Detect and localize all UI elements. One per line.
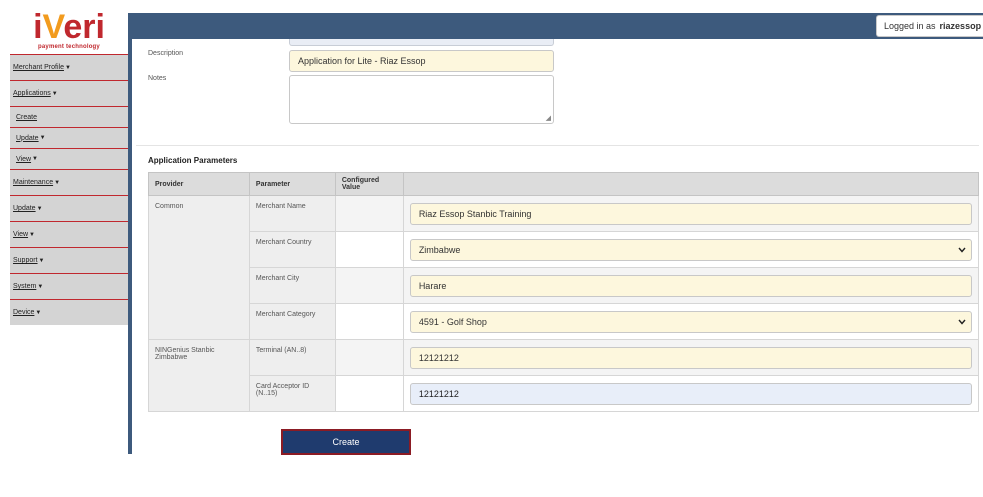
chevron-down-icon[interactable] bbox=[957, 316, 967, 328]
sidebar-item-create-sub[interactable]: Create bbox=[10, 106, 128, 127]
caret-down-icon: ▼ bbox=[32, 156, 38, 162]
notes-textarea[interactable]: ◢ bbox=[289, 75, 554, 124]
caret-down-icon: ▼ bbox=[64, 64, 71, 71]
configured-value-cell bbox=[334, 231, 404, 268]
section-divider bbox=[136, 145, 979, 146]
sidebar-item-device[interactable]: Device ▼ bbox=[10, 299, 128, 325]
frame-left-border bbox=[128, 13, 132, 454]
description-input[interactable]: Application for Lite - Riaz Essop bbox=[289, 50, 554, 72]
table-row: Merchant Country Zimbabwe bbox=[149, 231, 980, 268]
merchant-country-select[interactable]: Zimbabwe bbox=[409, 239, 972, 261]
value-cell: 12121212 bbox=[402, 339, 980, 376]
parameter-cell: Merchant Country bbox=[248, 231, 336, 268]
sidebar-item-label: Update bbox=[13, 205, 36, 212]
table-row: Merchant Category 4591 - Golf Shop bbox=[149, 303, 980, 340]
caret-down-icon: ▼ bbox=[51, 90, 58, 97]
email-field-clipped[interactable] bbox=[289, 39, 554, 46]
sidebar-item-view[interactable]: View ▼ bbox=[10, 221, 128, 247]
sidebar-item-label: Device bbox=[13, 309, 35, 316]
value-cell: Harare bbox=[402, 267, 980, 304]
field-value: Zimbabwe bbox=[418, 245, 461, 255]
logo-wordmark: iVeri bbox=[33, 8, 105, 46]
configured-value-cell bbox=[334, 267, 404, 304]
sidebar-item-view-sub[interactable]: View ▼ bbox=[10, 148, 128, 169]
sidebar-item-update[interactable]: Update ▼ bbox=[10, 195, 128, 221]
header-provider: Provider bbox=[148, 172, 250, 196]
field-value: Harare bbox=[418, 281, 447, 291]
parameters-table: Provider Parameter Configured Value Comm… bbox=[148, 172, 980, 412]
logged-in-label: Logged in as bbox=[884, 21, 936, 31]
field-value: 12121212 bbox=[418, 353, 459, 363]
sidebar-item-label: Update bbox=[16, 134, 39, 142]
caret-down-icon: ▼ bbox=[35, 309, 42, 316]
sidebar-item-label: View bbox=[16, 155, 32, 163]
sidebar-item-applications[interactable]: Applications ▼ bbox=[10, 80, 128, 106]
table-row: NINGenius Stanbic Zimbabwe Terminal (AN..… bbox=[148, 339, 980, 412]
description-label: Description bbox=[148, 50, 184, 57]
sidebar-item-system[interactable]: System ▼ bbox=[10, 273, 128, 299]
table-header-row: Provider Parameter Configured Value bbox=[148, 172, 980, 196]
sidebar-item-maintenance[interactable]: Maintenance ▼ bbox=[10, 169, 128, 195]
merchant-city-input[interactable]: Harare bbox=[409, 275, 972, 297]
caret-down-icon: ▼ bbox=[54, 179, 61, 186]
caret-down-icon: ▼ bbox=[39, 135, 46, 141]
configured-value-cell bbox=[334, 303, 404, 340]
value-cell: 4591 - Golf Shop bbox=[402, 303, 980, 340]
top-bar bbox=[128, 13, 983, 39]
sidebar-item-label: Merchant Profile bbox=[13, 64, 64, 71]
sidebar-item-label: Applications bbox=[13, 90, 51, 97]
chevron-down-icon[interactable] bbox=[957, 244, 967, 256]
sidebar-item-update-sub[interactable]: Update ▼ bbox=[10, 127, 128, 148]
iveri-logo: iVeri payment technology bbox=[10, 10, 128, 54]
header-value bbox=[402, 172, 980, 196]
sidebar-item-label: View bbox=[13, 231, 29, 238]
header-configured-value: Configured Value bbox=[334, 172, 404, 196]
caret-down-icon: ▼ bbox=[29, 231, 35, 238]
resize-handle-icon[interactable]: ◢ bbox=[546, 114, 551, 122]
sidebar-item-label: Maintenance bbox=[13, 179, 54, 186]
application-parameters-title: Application Parameters bbox=[148, 156, 238, 165]
logo-tagline: payment technology bbox=[38, 44, 100, 50]
configured-value-cell bbox=[334, 339, 404, 376]
card-acceptor-id-n-15-input[interactable]: 12121212 bbox=[409, 383, 972, 405]
provider-cell: NINGenius Stanbic Zimbabwe bbox=[148, 339, 250, 412]
sidebar-item-label: Create bbox=[16, 113, 38, 121]
merchant-name-input[interactable]: Riaz Essop Stanbic Training bbox=[409, 203, 972, 225]
field-value: 12121212 bbox=[418, 389, 459, 399]
sidebar-item-label: System bbox=[13, 283, 37, 290]
table-row: Card Acceptor ID (N..15) 12121212 bbox=[149, 375, 980, 412]
parameter-cell: Card Acceptor ID (N..15) bbox=[248, 375, 336, 412]
field-value: 4591 - Golf Shop bbox=[418, 317, 487, 327]
sidebar-item-merchant-profile[interactable]: Merchant Profile ▼ bbox=[10, 54, 128, 80]
provider-cell: Common bbox=[148, 195, 250, 340]
sidebar-item-support[interactable]: Support ▼ bbox=[10, 247, 128, 273]
header-parameter: Parameter bbox=[248, 172, 336, 196]
caret-down-icon: ▼ bbox=[37, 283, 44, 290]
table-row: Merchant City Harare bbox=[149, 267, 980, 304]
parameter-cell: Merchant Name bbox=[248, 195, 336, 232]
sidebar-item-label: Support bbox=[13, 257, 38, 264]
caret-down-icon: ▼ bbox=[38, 257, 45, 264]
value-cell: Riaz Essop Stanbic Training bbox=[402, 195, 980, 232]
logged-in-indicator: Logged in as riazessop bbox=[876, 15, 983, 37]
logged-in-username: riazessop bbox=[939, 21, 982, 31]
sidebar-menu: Merchant Profile ▼ Applications ▼ Create Upda… bbox=[10, 54, 128, 325]
merchant-category-select[interactable]: 4591 - Golf Shop bbox=[409, 311, 972, 333]
notes-label: Notes bbox=[148, 75, 167, 82]
parameter-cell: Terminal (AN..8) bbox=[248, 339, 336, 376]
caret-down-icon: ▼ bbox=[36, 205, 43, 212]
field-value: Riaz Essop Stanbic Training bbox=[418, 209, 532, 219]
value-cell: 12121212 bbox=[402, 375, 980, 412]
parameter-cell: Merchant City bbox=[248, 267, 336, 304]
create-button[interactable]: Create bbox=[281, 429, 411, 455]
table-row: Common Merchant Name Riaz Essop Stanbic Tr… bbox=[148, 195, 980, 340]
configured-value-cell bbox=[334, 375, 404, 412]
configured-value-cell bbox=[334, 195, 404, 232]
terminal-an-8-input[interactable]: 12121212 bbox=[409, 347, 972, 369]
parameter-cell: Merchant Category bbox=[248, 303, 336, 340]
value-cell: Zimbabwe bbox=[402, 231, 980, 268]
